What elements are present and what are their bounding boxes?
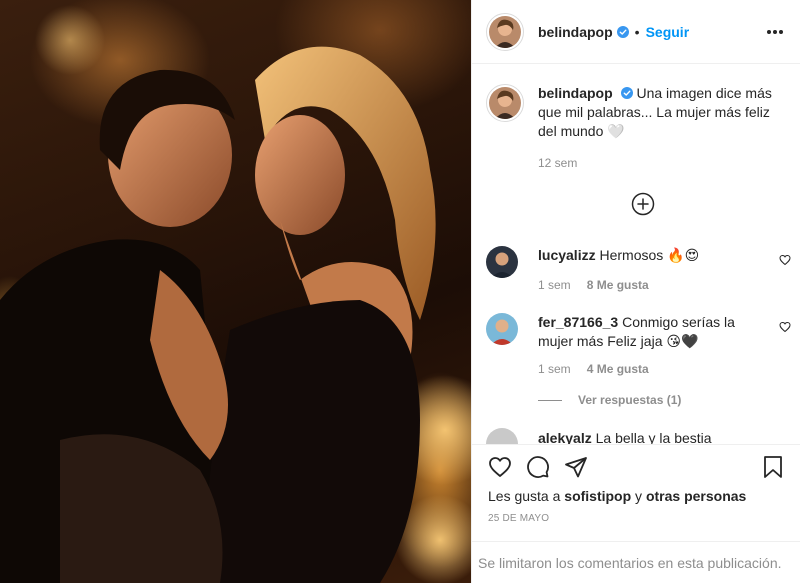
comment-body: fer_87166_3 Conmigo serías la mujer más … bbox=[538, 313, 770, 351]
separator-dot: • bbox=[634, 23, 640, 40]
comment-username[interactable]: alekyalz bbox=[538, 430, 592, 444]
share-icon[interactable] bbox=[564, 455, 588, 479]
caption-avatar-ring[interactable] bbox=[486, 84, 524, 122]
comment-item: lucyalizz Hermosos 🔥😍 bbox=[486, 246, 791, 278]
comment-meta: 1 sem 8 Me gusta bbox=[538, 278, 649, 292]
author-avatar[interactable] bbox=[489, 15, 521, 48]
couple-illustration bbox=[0, 5, 471, 583]
view-replies-label: Ver respuestas (1) bbox=[578, 393, 682, 407]
comment-text: La bella y la bestia bbox=[595, 430, 712, 444]
view-replies-button[interactable]: Ver respuestas (1) bbox=[538, 393, 681, 407]
post-action-bar bbox=[488, 455, 588, 479]
likes-others[interactable]: otras personas bbox=[646, 488, 746, 504]
comment-likes[interactable]: 8 Me gusta bbox=[587, 278, 649, 292]
post-actions-section: Les gusta a sofistipop y otras personas … bbox=[472, 444, 800, 541]
caption-timestamp[interactable]: 12 sem bbox=[538, 156, 577, 170]
comment-username[interactable]: lucyalizz bbox=[538, 247, 596, 263]
follow-button[interactable]: Seguir bbox=[646, 24, 690, 40]
comment-body: alekyalz La bella y la bestia bbox=[538, 430, 712, 444]
comment-time[interactable]: 1 sem bbox=[538, 362, 571, 376]
post-date[interactable]: 25 DE MAYO bbox=[488, 513, 549, 524]
comment-icon[interactable] bbox=[526, 455, 550, 479]
post-caption: belindapop Una imagen dice más que mil p… bbox=[486, 84, 791, 141]
caption-username[interactable]: belindapop bbox=[538, 85, 613, 101]
commenter-avatar[interactable] bbox=[486, 246, 518, 278]
verified-badge-icon bbox=[616, 25, 629, 38]
comment-body: lucyalizz Hermosos 🔥😍 bbox=[538, 246, 770, 278]
post-header: belindapop • Seguir bbox=[472, 0, 800, 64]
comment-username[interactable]: fer_87166_3 bbox=[538, 314, 618, 330]
caption-avatar[interactable] bbox=[489, 87, 521, 119]
comment-time[interactable]: 1 sem bbox=[538, 278, 571, 292]
likes-summary: Les gusta a sofistipop y otras personas bbox=[488, 488, 746, 504]
comment-likes[interactable]: 4 Me gusta bbox=[587, 362, 649, 376]
likes-prefix: Les gusta a bbox=[488, 488, 565, 504]
author-avatar-ring[interactable] bbox=[486, 12, 524, 51]
likes-middle: y bbox=[631, 488, 646, 504]
comment-item-partial: alekyalz La bella y la bestia bbox=[486, 428, 791, 444]
comment-item: fer_87166_3 Conmigo serías la mujer más … bbox=[486, 313, 791, 351]
comment-text: Hermosos 🔥😍 bbox=[599, 247, 700, 263]
comment-meta: 1 sem 4 Me gusta bbox=[538, 362, 649, 376]
post-photo[interactable] bbox=[0, 0, 471, 583]
heart-icon[interactable] bbox=[488, 455, 512, 479]
post-side-panel: belindapop • Seguir belindapop Una image… bbox=[471, 0, 800, 583]
likes-user[interactable]: sofistipop bbox=[564, 488, 631, 504]
more-options-icon[interactable] bbox=[767, 24, 783, 40]
replies-divider bbox=[538, 399, 562, 401]
load-more-icon[interactable] bbox=[631, 192, 655, 216]
comment-like-heart-icon[interactable] bbox=[779, 254, 791, 266]
commenter-avatar[interactable] bbox=[486, 428, 518, 444]
commenter-avatar[interactable] bbox=[486, 313, 518, 345]
verified-badge-icon bbox=[620, 87, 633, 99]
comment-like-heart-icon[interactable] bbox=[779, 321, 791, 333]
caption-text-block: belindapop Una imagen dice más que mil p… bbox=[538, 84, 791, 141]
author-username[interactable]: belindapop bbox=[538, 24, 613, 40]
comments-limited-notice: Se limitaron los comentarios en esta pub… bbox=[472, 541, 800, 583]
bookmark-icon[interactable] bbox=[761, 455, 785, 479]
